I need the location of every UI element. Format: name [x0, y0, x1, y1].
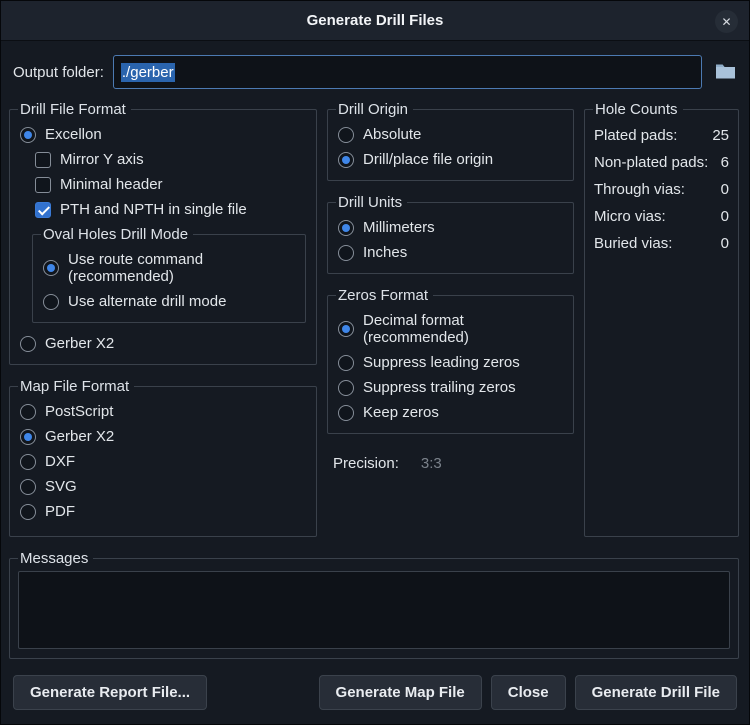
hole-count-row: Plated pads: 25: [593, 122, 730, 149]
output-folder-input[interactable]: ./gerber: [113, 55, 702, 89]
radio-icon: [338, 127, 354, 143]
group-title: Drill Units: [336, 194, 407, 211]
radio-icon: [20, 479, 36, 495]
radio-postscript[interactable]: PostScript: [18, 399, 308, 424]
hole-count-row: Micro vias: 0: [593, 203, 730, 230]
checkbox-minimal-header[interactable]: Minimal header: [33, 172, 308, 197]
hole-count-row: Through vias: 0: [593, 176, 730, 203]
group-oval-holes-drill-mode: Oval Holes Drill Mode Use route command …: [32, 226, 306, 323]
radio-icon: [20, 404, 36, 420]
group-title: Hole Counts: [593, 101, 683, 118]
radio-dxf[interactable]: DXF: [18, 449, 308, 474]
messages-textarea[interactable]: [18, 571, 730, 649]
output-folder-row: Output folder: ./gerber: [1, 41, 749, 101]
radio-absolute[interactable]: Absolute: [336, 122, 565, 147]
hole-count-label: Buried vias:: [594, 235, 672, 252]
group-messages: Messages: [9, 550, 739, 659]
generate-map-button[interactable]: Generate Map File: [319, 675, 482, 710]
checkbox-checked-icon: [35, 202, 51, 218]
precision-label: Precision:: [333, 455, 399, 472]
radio-icon: [43, 260, 59, 276]
group-drill-units: Drill Units Millimeters Inches: [327, 194, 574, 274]
hole-count-row: Buried vias: 0: [593, 230, 730, 257]
checkbox-pth-npth-single-file[interactable]: PTH and NPTH in single file: [33, 197, 308, 222]
group-hole-counts: Hole Counts Plated pads: 25 Non-plated p…: [584, 101, 739, 537]
radio-suppress-leading-zeros[interactable]: Suppress leading zeros: [336, 350, 565, 375]
radio-icon: [338, 405, 354, 421]
radio-inches[interactable]: Inches: [336, 240, 565, 265]
generate-drill-files-dialog: Generate Drill Files ✕ Output folder: ./…: [0, 0, 750, 725]
group-drill-file-format: Drill File Format Excellon Mirror Y axis…: [9, 101, 317, 365]
group-title: Map File Format: [18, 378, 134, 395]
radio-icon: [20, 504, 36, 520]
radio-excellon[interactable]: Excellon: [18, 122, 308, 147]
radio-icon: [338, 321, 354, 337]
radio-icon: [20, 429, 36, 445]
left-column: Drill File Format Excellon Mirror Y axis…: [9, 101, 317, 550]
group-title: Drill Origin: [336, 101, 413, 118]
group-map-file-format: Map File Format PostScript Gerber X2 DXF…: [9, 378, 317, 537]
hole-count-row: Non-plated pads: 6: [593, 149, 730, 176]
checkbox-icon: [35, 152, 51, 168]
hole-count-label: Through vias:: [594, 181, 685, 198]
hole-count-value: 0: [721, 181, 729, 198]
radio-svg[interactable]: SVG: [18, 474, 308, 499]
radio-map-gerber-x2[interactable]: Gerber X2: [18, 424, 308, 449]
group-title: Oval Holes Drill Mode: [41, 226, 193, 243]
group-zeros-format: Zeros Format Decimal format (recommended…: [327, 287, 574, 434]
radio-icon: [20, 454, 36, 470]
radio-millimeters[interactable]: Millimeters: [336, 215, 565, 240]
radio-icon: [338, 220, 354, 236]
radio-icon: [20, 127, 36, 143]
hole-count-label: Plated pads:: [594, 127, 677, 144]
group-title: Messages: [18, 550, 93, 567]
dialog-button-row: Generate Report File... Generate Map Fil…: [1, 669, 749, 724]
radio-decimal-format[interactable]: Decimal format (recommended): [336, 308, 565, 350]
radio-drill-place-file-origin[interactable]: Drill/place file origin: [336, 147, 565, 172]
hole-count-value: 25: [712, 127, 729, 144]
close-icon[interactable]: ✕: [715, 10, 738, 33]
hole-count-value: 0: [721, 208, 729, 225]
middle-column: Drill Origin Absolute Drill/place file o…: [327, 101, 574, 550]
hole-count-label: Non-plated pads:: [594, 154, 708, 171]
radio-gerber-x2-drill[interactable]: Gerber X2: [18, 331, 308, 356]
radio-icon: [338, 355, 354, 371]
group-title: Zeros Format: [336, 287, 433, 304]
checkbox-icon: [35, 177, 51, 193]
radio-pdf[interactable]: PDF: [18, 499, 308, 524]
radio-use-alternate-drill-mode[interactable]: Use alternate drill mode: [41, 289, 297, 314]
group-drill-origin: Drill Origin Absolute Drill/place file o…: [327, 101, 574, 181]
generate-report-button[interactable]: Generate Report File...: [13, 675, 207, 710]
output-folder-label: Output folder:: [13, 64, 104, 81]
radio-icon: [338, 245, 354, 261]
options-columns: Drill File Format Excellon Mirror Y axis…: [1, 101, 749, 550]
browse-folder-button[interactable]: [711, 58, 739, 86]
right-column: Hole Counts Plated pads: 25 Non-plated p…: [584, 101, 739, 550]
titlebar: Generate Drill Files ✕: [1, 1, 749, 41]
hole-count-label: Micro vias:: [594, 208, 666, 225]
group-title: Drill File Format: [18, 101, 131, 118]
hole-count-value: 0: [721, 235, 729, 252]
close-dialog-button[interactable]: Close: [491, 675, 566, 710]
precision-value: 3:3: [421, 455, 442, 472]
radio-icon: [20, 336, 36, 352]
radio-suppress-trailing-zeros[interactable]: Suppress trailing zeros: [336, 375, 565, 400]
radio-icon: [43, 294, 59, 310]
radio-keep-zeros[interactable]: Keep zeros: [336, 400, 565, 425]
hole-count-value: 6: [721, 154, 729, 171]
output-folder-value: ./gerber: [121, 63, 175, 82]
radio-icon: [338, 380, 354, 396]
folder-icon: [715, 62, 736, 82]
radio-use-route-command[interactable]: Use route command (recommended): [41, 247, 297, 289]
radio-icon: [338, 152, 354, 168]
window-title: Generate Drill Files: [307, 12, 444, 29]
precision-row: Precision: 3:3: [327, 447, 574, 480]
generate-drill-button[interactable]: Generate Drill File: [575, 675, 737, 710]
checkbox-mirror-y-axis[interactable]: Mirror Y axis: [33, 147, 308, 172]
